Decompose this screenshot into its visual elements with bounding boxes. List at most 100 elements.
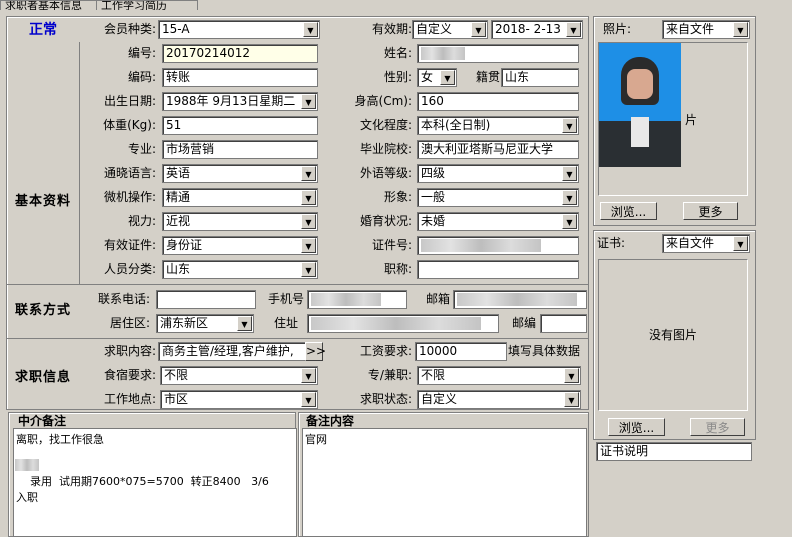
chevron-down-icon[interactable]: ▼ bbox=[471, 22, 486, 37]
photo-frame: 片 bbox=[598, 42, 748, 196]
redacted-mask bbox=[15, 459, 39, 471]
chevron-down-icon[interactable]: ▼ bbox=[301, 94, 316, 109]
browse-cert-button[interactable]: 浏览... bbox=[608, 418, 665, 436]
browse-photo-button[interactable]: 浏览... bbox=[600, 202, 657, 220]
label-member-type: 会员种类: bbox=[103, 22, 156, 36]
label-id-type: 有效证件: bbox=[103, 238, 156, 252]
location-select[interactable]: 市区 ▼ bbox=[160, 390, 318, 409]
native-field[interactable]: 山东 bbox=[501, 68, 579, 87]
title-field[interactable] bbox=[417, 260, 579, 279]
chevron-down-icon[interactable]: ▼ bbox=[566, 22, 581, 37]
category-select[interactable]: 山东 ▼ bbox=[162, 260, 318, 279]
phone-field[interactable] bbox=[156, 290, 256, 309]
district-select[interactable]: 浦东新区 ▼ bbox=[156, 314, 254, 333]
cert-caption-field[interactable]: 证书说明 bbox=[596, 442, 752, 461]
chevron-down-icon[interactable]: ▼ bbox=[301, 190, 316, 205]
education-select[interactable]: 本科(全日制) ▼ bbox=[417, 116, 579, 135]
district-value: 浦东新区 bbox=[160, 316, 209, 330]
content-notes-textarea[interactable]: 官网 bbox=[302, 428, 587, 537]
job-status-select[interactable]: 自定义 ▼ bbox=[417, 390, 581, 409]
chevron-down-icon[interactable]: ▼ bbox=[562, 214, 577, 229]
tab-work-resume[interactable]: 工作学习简历 bbox=[96, 0, 198, 10]
chevron-down-icon[interactable]: ▼ bbox=[733, 22, 748, 37]
valid-date-picker[interactable]: 2018- 2-13 ▼ bbox=[491, 20, 583, 39]
redacted-mask bbox=[457, 293, 577, 306]
mobile-field[interactable] bbox=[307, 290, 407, 309]
chevron-down-icon[interactable]: ▼ bbox=[301, 166, 316, 181]
chevron-down-icon[interactable]: ▼ bbox=[440, 70, 455, 85]
chevron-down-icon[interactable]: ▼ bbox=[301, 392, 316, 407]
lang-level-select[interactable]: 四级 ▼ bbox=[417, 164, 579, 183]
cert-source-select[interactable]: 来自文件 ▼ bbox=[662, 234, 750, 253]
member-type-select[interactable]: 15-A ▼ bbox=[158, 20, 320, 39]
fulltime-select[interactable]: 不限 ▼ bbox=[417, 366, 581, 385]
valid-date-value: 2018- 2-13 bbox=[495, 22, 561, 36]
id-no-field[interactable] bbox=[417, 236, 579, 255]
chevron-down-icon[interactable]: ▼ bbox=[301, 238, 316, 253]
chevron-down-icon[interactable]: ▼ bbox=[733, 236, 748, 251]
weight-field[interactable]: 51 bbox=[162, 116, 318, 135]
eyesight-value: 近视 bbox=[166, 214, 191, 228]
chevron-down-icon[interactable]: ▼ bbox=[237, 316, 252, 331]
chevron-down-icon[interactable]: ▼ bbox=[301, 214, 316, 229]
major-field[interactable]: 市场营销 bbox=[162, 140, 318, 159]
redacted-mask bbox=[311, 317, 481, 330]
divider bbox=[7, 338, 588, 339]
salary-field[interactable]: 10000 bbox=[415, 342, 507, 361]
height-field[interactable]: 160 bbox=[417, 92, 579, 111]
chevron-down-icon[interactable]: ▼ bbox=[303, 22, 318, 37]
marital-select[interactable]: 未婚 ▼ bbox=[417, 212, 579, 231]
label-school: 毕业院校: bbox=[359, 142, 412, 156]
computer-value: 精通 bbox=[166, 190, 191, 204]
name-field[interactable] bbox=[417, 44, 579, 63]
email-field[interactable] bbox=[453, 290, 587, 309]
chevron-down-icon[interactable]: ▼ bbox=[301, 368, 316, 383]
label-salary: 工资要求: bbox=[359, 344, 412, 358]
chevron-down-icon[interactable]: ▼ bbox=[301, 262, 316, 277]
label-eyesight: 视力: bbox=[127, 214, 156, 228]
more-photo-button[interactable]: 更多 bbox=[683, 202, 738, 220]
label-district: 居住区: bbox=[109, 316, 150, 330]
label-address: 住址 bbox=[273, 316, 298, 330]
label-native: 籍贯 bbox=[475, 70, 500, 84]
chevron-down-icon[interactable]: ▼ bbox=[564, 392, 579, 407]
computer-select[interactable]: 精通 ▼ bbox=[162, 188, 318, 207]
eyesight-select[interactable]: 近视 ▼ bbox=[162, 212, 318, 231]
cert-source-value: 来自文件 bbox=[666, 236, 715, 250]
redacted-mask bbox=[421, 47, 465, 60]
label-height: 身高(Cm): bbox=[354, 94, 412, 108]
id-type-select[interactable]: 身份证 ▼ bbox=[162, 236, 318, 255]
chevron-down-icon[interactable]: ▼ bbox=[564, 368, 579, 383]
label-language: 通晓语言: bbox=[103, 166, 156, 180]
board-select[interactable]: 不限 ▼ bbox=[160, 366, 318, 385]
serial-no-field[interactable]: 20170214012 bbox=[162, 44, 318, 63]
validity-select[interactable]: 自定义 ▼ bbox=[412, 20, 488, 39]
birth-date-picker[interactable]: 1988年 9月13日星期二 ▼ bbox=[162, 92, 318, 111]
chevron-down-icon[interactable]: ▼ bbox=[562, 166, 577, 181]
expand-job-content-button[interactable]: >> bbox=[305, 342, 326, 361]
chevron-down-icon[interactable]: ▼ bbox=[562, 190, 577, 205]
address-field[interactable] bbox=[307, 314, 499, 333]
job-content-field[interactable]: 商务主管/经理,客户维护, bbox=[158, 342, 306, 361]
label-mobile: 手机号 bbox=[267, 292, 304, 306]
label-postcode: 邮编 bbox=[511, 316, 536, 330]
school-field[interactable]: 澳大利亚塔斯马尼亚大学 bbox=[417, 140, 579, 159]
language-select[interactable]: 英语 ▼ bbox=[162, 164, 318, 183]
cert-no-image: 没有图片 bbox=[648, 328, 697, 342]
gender-select[interactable]: 女 ▼ bbox=[417, 68, 457, 87]
agent-notes-title: 中介备注 bbox=[18, 414, 67, 428]
tab-basic-info[interactable]: 求职者基本信息 bbox=[0, 0, 104, 10]
appearance-select[interactable]: 一般 ▼ bbox=[417, 188, 579, 207]
label-location: 工作地点: bbox=[103, 392, 156, 406]
job-status-value: 自定义 bbox=[421, 392, 458, 406]
photo-source-select[interactable]: 来自文件 ▼ bbox=[662, 20, 750, 39]
lang-level-value: 四级 bbox=[421, 166, 446, 180]
postcode-field[interactable] bbox=[540, 314, 587, 333]
chevron-down-icon[interactable]: ▼ bbox=[562, 118, 577, 133]
validity-value: 自定义 bbox=[416, 22, 453, 36]
code-field[interactable]: 转账 bbox=[162, 68, 318, 87]
label-birth: 出生日期: bbox=[103, 94, 156, 108]
agent-notes-textarea[interactable]: 离职，找工作很急 录用 试用期7600*075=5700 转正8400 3/6 … bbox=[13, 428, 297, 537]
label-photo: 照片: bbox=[603, 22, 632, 36]
section-basic: 基本资料 bbox=[14, 194, 71, 209]
